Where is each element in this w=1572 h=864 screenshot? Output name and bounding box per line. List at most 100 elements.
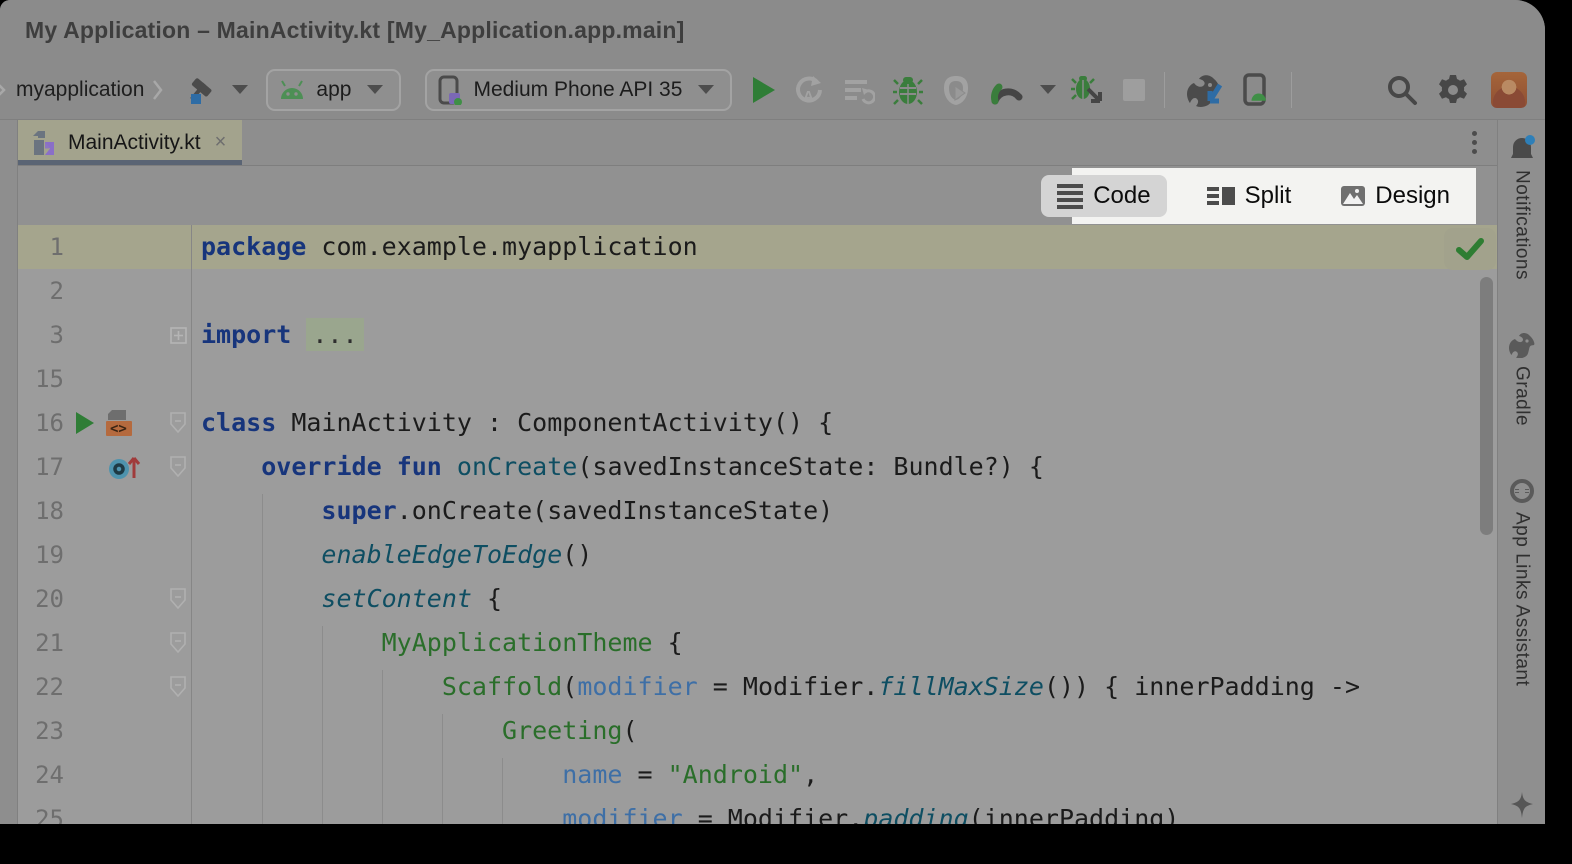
line-number: 17 [18,453,64,481]
code-text: super.onCreate(savedInstanceState) [192,489,833,533]
stop-button-icon [1123,79,1145,101]
code-text: override fun onCreate(savedInstanceState… [192,445,1044,489]
profiler-caret-icon[interactable] [1040,85,1056,94]
run-button[interactable] [753,77,775,103]
android-studio-window: My Application – MainActivity.kt [My_App… [0,0,1545,824]
fold-marker-icon[interactable] [165,327,191,344]
breadcrumb[interactable]: myapplication [16,78,144,102]
code-text: package com.example.myapplication [192,225,698,269]
tab-mainactivity[interactable]: MainActivity.kt × [18,120,242,165]
gutter: 25 [18,797,192,824]
code-line[interactable]: 25 modifier = Modifier.padding(innerPadd… [18,797,1497,824]
svg-text:A: A [803,88,814,105]
device-manager-icon[interactable] [1242,73,1272,107]
code-line[interactable]: 22 Scaffold(modifier = Modifier.fillMaxS… [18,665,1497,709]
gutter: 2 [18,269,192,313]
line-number: 24 [18,761,64,789]
code-line[interactable]: 20 setContent { [18,577,1497,621]
code-text: MyApplicationTheme { [192,621,683,665]
search-everywhere-icon[interactable] [1386,74,1418,106]
fold-marker-icon[interactable] [165,632,191,654]
kotlin-file-icon [30,129,58,157]
view-mode-code[interactable]: Code [1041,175,1166,217]
code-line[interactable]: 15 [18,357,1497,401]
svg-text:<>: <> [110,421,127,437]
line-number: 20 [18,585,64,613]
code-line[interactable]: 16<>class MainActivity : ComponentActivi… [18,401,1497,445]
indent-guide [502,758,503,824]
editor-scrollbar[interactable] [1480,277,1493,535]
code-line[interactable]: 2 [18,269,1497,313]
code-line[interactable]: 24 name = "Android", [18,753,1497,797]
code-view-icon [1057,184,1083,209]
line-number: 15 [18,365,64,393]
gutter: 22 [18,665,192,709]
apply-changes-restart-icon: A [793,74,825,106]
code-text: Scaffold(modifier = Modifier.fillMaxSize… [192,665,1360,709]
tool-stripe-notifications[interactable]: Notifications [1507,134,1537,280]
overrides-method-icon[interactable] [106,452,142,482]
code-text: enableEdgeToEdge() [192,533,592,577]
device-selector-caret-icon [698,85,714,94]
code-line[interactable]: 19 enableEdgeToEdge() [18,533,1497,577]
fold-marker-icon[interactable] [165,412,191,434]
split-view-icon [1207,187,1235,205]
gutter: 23 [18,709,192,753]
gradle-elephant-icon [1506,332,1538,358]
line-number: 3 [18,321,64,349]
tab-options-kebab-icon[interactable] [1472,131,1477,154]
fold-marker-icon[interactable] [165,588,191,610]
gradle-sync-icon[interactable] [1184,73,1224,107]
tab-label: MainActivity.kt [68,131,201,155]
code-line[interactable]: 17 override fun onCreate(savedInstanceSt… [18,445,1497,489]
fold-marker-icon[interactable] [165,676,191,698]
tool-stripe-app-links[interactable]: App Links Assistant [1507,478,1537,686]
line-number: 18 [18,497,64,525]
build-hammer-icon[interactable] [187,75,217,105]
line-number: 2 [18,277,64,305]
profiler-icon [941,74,971,106]
window-title: My Application – MainActivity.kt [My_App… [25,17,685,44]
tool-stripe-gradle[interactable]: Gradle [1506,332,1538,426]
indent-guide [382,670,383,824]
debug-button[interactable] [893,74,923,106]
tool-stripe-gemini[interactable] [1507,790,1537,822]
fold-marker-icon[interactable] [165,456,191,478]
line-number: 21 [18,629,64,657]
code-line[interactable]: 23 Greeting( [18,709,1497,753]
line-number: 25 [18,805,64,824]
chevron-separator-icon [152,79,164,101]
gutter: 16<> [18,401,192,445]
indent-guide [322,626,323,824]
run-configuration-label: app [316,78,351,102]
run-class-icon[interactable] [76,412,94,434]
profiler-gauge-icon[interactable] [989,75,1025,105]
code-line[interactable]: 21 MyApplicationTheme { [18,621,1497,665]
code-line[interactable]: 3import ... [18,313,1497,357]
attach-debugger-icon[interactable] [1071,74,1105,106]
build-dropdown-caret-icon[interactable] [232,85,248,94]
split-view-label: Split [1245,182,1292,210]
tab-close-icon[interactable]: × [215,131,227,154]
code-line[interactable]: 1package com.example.myapplication [18,225,1497,269]
gutter: 18 [18,489,192,533]
device-selector[interactable]: Medium Phone API 35 [425,69,732,111]
editor-tab-bar: MainActivity.kt × [18,120,1497,166]
code-text: setContent { [192,577,502,621]
view-mode-design[interactable]: Design [1331,175,1460,217]
main-toolbar: myapplication [0,60,1545,120]
user-avatar[interactable] [1491,72,1527,108]
notifications-bell-icon [1507,134,1537,162]
code-editor[interactable]: 1package com.example.myapplication 2 3impo… [18,225,1497,824]
checkmark-icon [1455,236,1485,262]
run-configuration-selector[interactable]: app [266,69,401,111]
compose-preview-icon[interactable]: <> [100,408,134,438]
view-mode-split[interactable]: Split [1197,175,1302,217]
inspection-status-widget[interactable] [1444,228,1496,270]
device-phone-icon [437,75,463,105]
gradle-label: Gradle [1511,366,1533,426]
screen: My Application – MainActivity.kt [My_App… [0,0,1572,864]
run-configuration-caret-icon [367,85,383,94]
settings-gear-icon[interactable] [1436,73,1470,107]
code-line[interactable]: 18 super.onCreate(savedInstanceState) [18,489,1497,533]
